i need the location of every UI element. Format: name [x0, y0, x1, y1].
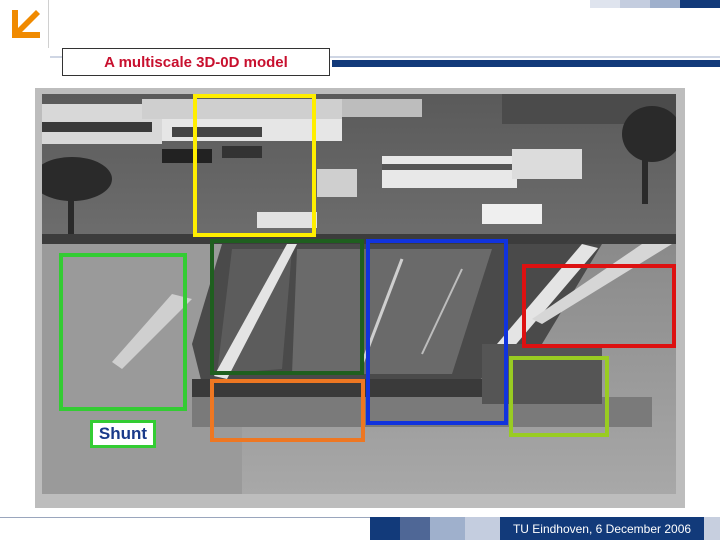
region-box-red [522, 264, 676, 348]
footer-text: TU Eindhoven, 6 December 2006 [500, 517, 704, 540]
footer-rule [0, 517, 370, 518]
region-box-orange [210, 379, 365, 442]
header-decor-blocks [560, 0, 720, 8]
region-box-yellow [193, 94, 316, 237]
footer-decor-blocks [370, 517, 500, 540]
logo [0, 0, 49, 48]
footer-end-block [704, 517, 720, 540]
slide-title: A multiscale 3D-0D model [62, 48, 330, 76]
region-box-green-shunt [59, 253, 187, 411]
region-box-darkgreen [210, 239, 364, 375]
shunt-label: Shunt [90, 420, 156, 448]
region-box-blue [366, 239, 508, 425]
header-bar [332, 60, 720, 67]
arrow-down-left-icon [12, 10, 40, 38]
region-box-lightgreen [509, 356, 609, 437]
